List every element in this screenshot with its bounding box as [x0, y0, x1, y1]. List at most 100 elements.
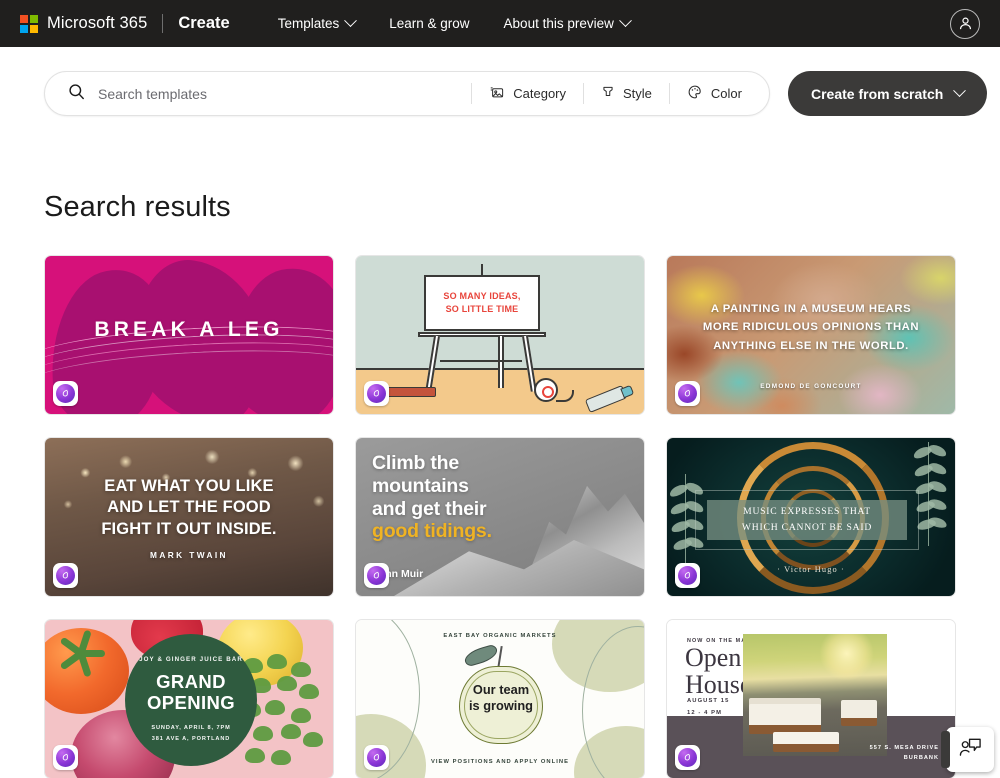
pencil-icon — [374, 386, 436, 399]
card-quote-line3: ANYTHING ELSE IN THE WORLD. — [713, 339, 909, 352]
search-input-area — [45, 82, 472, 106]
nav-item-templates-label: Templates — [277, 16, 340, 31]
card-date-line2: 12 - 4 PM — [687, 709, 723, 716]
top-navigation-bar: Microsoft 365 Create Templates Learn & g… — [0, 0, 1000, 47]
microsoft-designer-badge-icon — [364, 745, 389, 770]
filter-color-button[interactable]: Color — [670, 83, 759, 105]
page-title: Search results — [44, 191, 231, 223]
card-address-line2: BURBANK — [903, 755, 939, 762]
create-from-scratch-button[interactable]: Create from scratch — [788, 71, 988, 116]
nav-item-learn-and-grow[interactable]: Learn & grow — [389, 16, 469, 31]
card-detail-line1: SUNDAY, APRIL 8, 7PM — [151, 725, 231, 732]
card-artwork: MUSIC EXPRESSES THAT WHICH CANNOT BE SAI… — [667, 438, 955, 596]
image-category-icon — [489, 85, 505, 103]
card-quote-line3: FIGHT IT OUT INSIDE. — [101, 519, 277, 538]
card-artwork: Climb the mountains and get their good t… — [356, 438, 644, 596]
template-card-our-team-is-growing[interactable]: EAST BAY ORGANIC MARKETS Our team is gro… — [355, 619, 645, 778]
microsoft-logo-icon[interactable] — [20, 14, 38, 33]
card-title-line1: Open — [685, 643, 742, 672]
card-title: Open House — [685, 644, 751, 699]
card-footer: VIEW POSITIONS AND APPLY ONLINE — [430, 759, 570, 765]
chevron-down-icon — [618, 14, 632, 28]
card-quote-line1: Climb the — [372, 452, 460, 474]
search-icon — [67, 82, 86, 106]
create-from-scratch-label: Create from scratch — [811, 85, 944, 102]
card-quote-line3: and get their — [372, 497, 487, 520]
card-artwork: JOY & GINGER JUICE BAR GRAND OPENING SUN… — [45, 620, 333, 778]
card-quote-line2: MORE RIDICULOUS OPINIONS THAN — [702, 321, 920, 334]
chevron-down-icon — [344, 14, 358, 28]
leaf-icon — [462, 643, 500, 668]
card-artwork: SO MANY IDEAS, SO LITTLE TIME — [356, 256, 644, 414]
search-input[interactable] — [98, 85, 472, 102]
easel-board: SO MANY IDEAS, SO LITTLE TIME — [424, 275, 540, 331]
card-quote: Climb the mountains and get their good t… — [372, 452, 557, 543]
card-title-line1: Our team — [472, 682, 530, 697]
filter-category-button[interactable]: Category — [472, 83, 583, 105]
card-artwork: NOW ON THE MARKET Open House AUGUST 15 1… — [667, 620, 955, 778]
template-results-grid: BREAK A LEG SO MANY IDEAS, SO LITTLE TIM… — [0, 224, 1000, 778]
tape-icon — [534, 378, 558, 402]
card-quote: EAT WHAT YOU LIKE AND LET THE FOOD FIGHT… — [59, 476, 319, 540]
template-card-eat-what-you-like-quote[interactable]: EAT WHAT YOU LIKE AND LET THE FOOD FIGHT… — [44, 437, 334, 597]
template-card-music-expresses-quote[interactable]: MUSIC EXPRESSES THAT WHICH CANNOT BE SAI… — [666, 437, 956, 597]
card-title-line2: SO LITTLE TIME — [445, 304, 519, 314]
patio-photo — [743, 634, 887, 756]
brand-divider — [162, 14, 164, 33]
card-quote-line2: mountains — [372, 474, 469, 497]
chevron-down-icon — [953, 84, 967, 98]
card-attribution: · Victor Hugo · — [777, 565, 845, 574]
marker-style-icon — [601, 84, 615, 103]
template-card-open-house[interactable]: NOW ON THE MARKET Open House AUGUST 15 1… — [666, 619, 956, 778]
microsoft-designer-badge-icon — [364, 563, 389, 588]
card-quote-band: MUSIC EXPRESSES THAT WHICH CANNOT BE SAI… — [707, 500, 907, 540]
feedback-person-speech-icon — [958, 736, 983, 764]
card-artwork: EAT WHAT YOU LIKE AND LET THE FOOD FIGHT… — [45, 438, 333, 596]
card-quote-line1: EAT WHAT YOU LIKE — [104, 477, 274, 495]
card-artwork: BREAK A LEG — [45, 256, 333, 414]
template-card-grand-opening[interactable]: JOY & GINGER JUICE BAR GRAND OPENING SUN… — [44, 619, 334, 778]
nav-item-learn-and-grow-label: Learn & grow — [389, 16, 470, 31]
card-attribution: MARK TWAIN — [150, 550, 228, 560]
filter-style-button[interactable]: Style — [584, 83, 669, 105]
microsoft-designer-badge-icon — [53, 745, 78, 770]
card-quote: A PAINTING IN A MUSEUM HEARS MORE RIDICU… — [683, 300, 939, 355]
microsoft-designer-badge-icon — [675, 745, 700, 770]
card-artwork: A PAINTING IN A MUSEUM HEARS MORE RIDICU… — [667, 256, 955, 414]
nav-item-templates[interactable]: Templates — [277, 14, 358, 31]
template-card-painting-in-a-museum-quote[interactable]: A PAINTING IN A MUSEUM HEARS MORE RIDICU… — [666, 255, 956, 415]
microsoft-designer-badge-icon — [675, 563, 700, 588]
feedback-widget-button[interactable] — [941, 727, 994, 772]
card-date-line1: AUGUST 15 — [687, 698, 730, 704]
card-quote-line2: WHICH CANNOT BE SAID — [741, 522, 873, 533]
card-quote-highlight: good tidings. — [372, 520, 492, 543]
filter-category-label: Category — [513, 86, 567, 101]
microsoft-designer-badge-icon — [53, 563, 78, 588]
app-name[interactable]: Create — [178, 14, 229, 33]
card-title-line1: SO MANY IDEAS, — [443, 290, 521, 301]
card-content-circle: JOY & GINGER JUICE BAR GRAND OPENING SUN… — [125, 634, 257, 766]
template-card-break-a-leg[interactable]: BREAK A LEG — [44, 255, 334, 415]
account-avatar-icon[interactable] — [950, 8, 980, 39]
palette-color-icon — [687, 84, 703, 103]
card-title-line2: is growing — [469, 697, 533, 713]
card-title-line2: House — [685, 670, 752, 700]
nav-links: Templates Learn & grow About this previe… — [277, 14, 632, 31]
microsoft-designer-badge-icon — [53, 381, 78, 406]
card-quote-line1: MUSIC EXPRESSES THAT — [743, 506, 871, 518]
card-title: Our team is growing — [459, 682, 543, 714]
suite-name: Microsoft 365 — [47, 14, 148, 32]
nav-item-about-this-preview[interactable]: About this preview — [504, 14, 632, 31]
card-title-line2: OPENING — [146, 691, 236, 713]
card-quote-line2: AND LET THE FOOD — [107, 498, 271, 517]
card-quote-line1: A PAINTING IN A MUSEUM HEARS — [710, 303, 912, 315]
template-card-so-many-ideas[interactable]: SO MANY IDEAS, SO LITTLE TIME — [355, 255, 645, 415]
card-date: AUGUST 15 12 - 4 PM — [687, 696, 729, 719]
filter-style-label: Style — [623, 86, 652, 101]
card-detail-line2: 381 AVE A, PORTLAND — [151, 735, 231, 742]
card-title: BREAK A LEG — [94, 318, 284, 341]
card-pretitle: JOY & GINGER JUICE BAR — [139, 655, 243, 663]
search-filters: Category Style Color — [471, 83, 769, 105]
template-card-climb-the-mountains-quote[interactable]: Climb the mountains and get their good t… — [355, 437, 645, 597]
card-address: 557 S. MESA DRIVE BURBANK — [870, 743, 939, 764]
